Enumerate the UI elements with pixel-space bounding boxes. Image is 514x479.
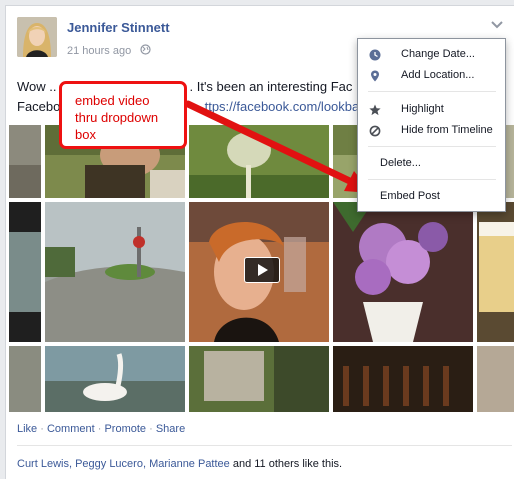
video-play-button[interactable] [244, 257, 280, 283]
menu-item-label: Embed Post [380, 190, 440, 202]
menu-separator [368, 179, 496, 180]
photo-tile[interactable] [45, 346, 185, 412]
menu-item-embed-post[interactable]: Embed Post [358, 186, 505, 206]
share-link[interactable]: Share [156, 423, 185, 435]
photo-tile[interactable] [9, 125, 41, 198]
comment-link[interactable]: Comment [47, 423, 95, 435]
menu-separator [368, 146, 496, 147]
photo-tile[interactable] [9, 202, 41, 342]
menu-item-add-location[interactable]: Add Location... [358, 65, 505, 85]
menu-item-label: Add Location... [401, 69, 475, 81]
promote-link[interactable]: Promote [104, 423, 146, 435]
action-separator: · [97, 423, 102, 435]
menu-item-label: Highlight [401, 103, 444, 115]
likes-count-text[interactable]: and 11 others like this. [230, 458, 342, 470]
chevron-down-icon[interactable] [490, 19, 504, 31]
post-actions: Like · Comment · Promote · Share [17, 423, 185, 435]
photo-tile[interactable] [45, 202, 185, 342]
menu-item-highlight[interactable]: Highlight [358, 99, 505, 119]
avatar[interactable] [17, 17, 57, 57]
menu-separator [368, 91, 496, 92]
timestamp[interactable]: 21 hours ago [67, 45, 131, 57]
post-text-line1-start: Wow .. [17, 79, 57, 94]
author-name[interactable]: Jennifer Stinnett [67, 20, 170, 35]
post-text-line1-end: . It's been an interesting Fac [189, 79, 353, 94]
action-separator: · [149, 423, 153, 435]
clock-icon [369, 48, 381, 61]
menu-item-label: Delete... [380, 157, 421, 169]
menu-item-label: Change Date... [401, 48, 475, 60]
photo-tile[interactable] [189, 125, 329, 198]
hide-icon [369, 124, 381, 137]
like-link[interactable]: Like [17, 423, 37, 435]
annotation-line: embed video [75, 93, 150, 108]
post-options-menu: Change Date... Add Location... Highlight… [357, 38, 506, 212]
map-pin-icon [369, 69, 381, 82]
star-icon [369, 103, 381, 116]
photo-tile[interactable] [9, 346, 41, 412]
annotation-callout: embed video thru dropdown box [59, 81, 187, 149]
post-link[interactable]: ttps://facebook.com/lookba [205, 99, 360, 114]
photo-tile[interactable] [333, 346, 473, 412]
photo-tile[interactable] [477, 202, 514, 342]
menu-item-delete[interactable]: Delete... [358, 153, 505, 173]
photo-tile[interactable] [189, 346, 329, 412]
annotation-line: box [75, 127, 96, 142]
divider [17, 445, 512, 446]
photo-tile[interactable] [333, 202, 473, 342]
annotation-line: thru dropdown [75, 110, 159, 125]
action-separator: · [40, 423, 44, 435]
photo-tile[interactable] [477, 346, 514, 412]
globe-icon[interactable] [140, 44, 151, 58]
menu-item-hide-from-timeline[interactable]: Hide from Timeline [358, 120, 505, 140]
menu-item-change-date[interactable]: Change Date... [358, 44, 505, 64]
liker-names[interactable]: Curt Lewis, Peggy Lucero, Marianne Patte… [17, 458, 230, 470]
menu-item-label: Hide from Timeline [401, 124, 493, 136]
likes-summary: Curt Lewis, Peggy Lucero, Marianne Patte… [17, 458, 342, 470]
post-meta: 21 hours ago [67, 44, 151, 58]
